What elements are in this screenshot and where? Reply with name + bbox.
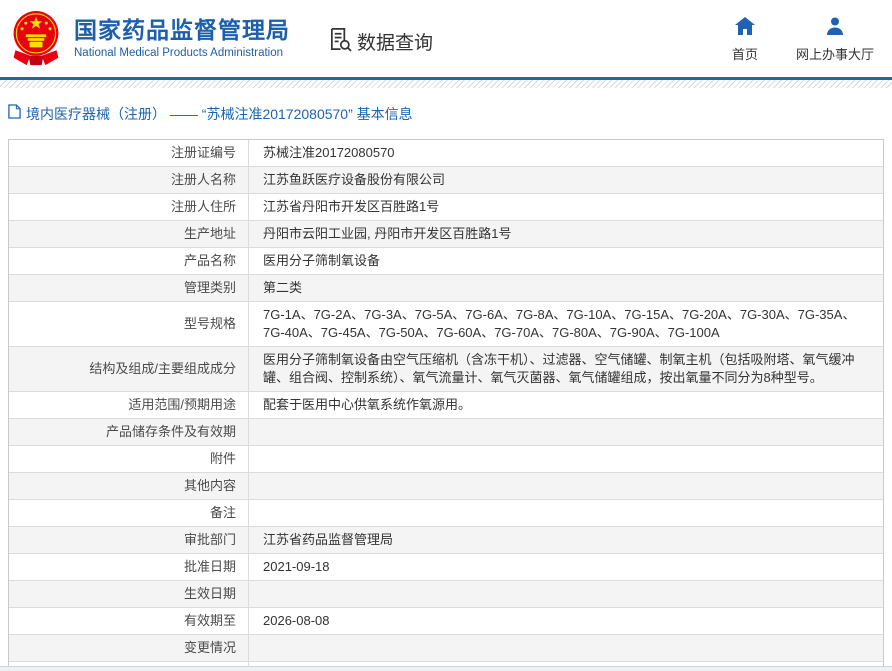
table-row: 备注 xyxy=(9,500,883,527)
row-value: 苏械注准20172080570 xyxy=(263,145,395,160)
data-query-title: 数据查询 xyxy=(328,27,433,57)
row-label: 产品储存条件及有效期 xyxy=(9,419,249,445)
table-row: 生效日期 xyxy=(9,581,883,608)
row-label: 管理类别 xyxy=(9,275,249,301)
table-row: 型号规格 7G-1A、7G-2A、7G-3A、7G-5A、7G-6A、7G-8A… xyxy=(9,302,883,347)
footer-strip xyxy=(0,666,892,671)
row-value: 2021-09-18 xyxy=(263,559,330,574)
home-icon xyxy=(734,16,755,40)
breadcrumb-text: 境内医疗器械（注册） —— “苏械注准20172080570” 基本信息 xyxy=(26,106,413,122)
row-value: 2026-08-08 xyxy=(263,613,330,628)
row-label: 产品名称 xyxy=(9,248,249,274)
table-row: 注册人名称 江苏鱼跃医疗设备股份有限公司 xyxy=(9,167,883,194)
registration-info-table: 注册证编号 苏械注准20172080570 注册人名称 江苏鱼跃医疗设备股份有限… xyxy=(8,139,884,671)
row-value xyxy=(249,635,883,661)
row-label: 有效期至 xyxy=(9,608,249,634)
row-value xyxy=(249,500,883,526)
table-row: 有效期至 2026-08-08 xyxy=(9,608,883,635)
data-query-label: 数据查询 xyxy=(357,33,434,54)
page: 国家药品监督管理局 National Medical Products Admi… xyxy=(0,0,892,671)
table-row: 批准日期 2021-09-18 xyxy=(9,554,883,581)
table-row: 适用范围/预期用途 配套于医用中心供氧系统作氧源用。 xyxy=(9,392,883,419)
nav-home-label: 首页 xyxy=(731,46,758,62)
row-value: 江苏省药品监督管理局 xyxy=(263,532,394,547)
row-label: 适用范围/预期用途 xyxy=(9,392,249,418)
row-value: 第二类 xyxy=(263,280,303,295)
row-value: 江苏鱼跃医疗设备股份有限公司 xyxy=(263,172,446,187)
nav-home[interactable]: 首页 xyxy=(731,16,758,63)
nmpa-emblem-logo xyxy=(8,9,64,69)
document-search-icon xyxy=(328,27,353,57)
row-label: 审批部门 xyxy=(9,527,249,553)
table-row: 其他内容 xyxy=(9,473,883,500)
row-label: 注册证编号 xyxy=(9,140,249,166)
table-row: 变更情况 xyxy=(9,635,883,662)
table-row: 附件 xyxy=(9,446,883,473)
row-value: 配套于医用中心供氧系统作氧源用。 xyxy=(263,397,472,412)
row-value xyxy=(249,446,883,472)
row-label: 其他内容 xyxy=(9,473,249,499)
table-row: 注册人住所 江苏省丹阳市开发区百胜路1号 xyxy=(9,194,883,221)
table-row: 产品储存条件及有效期 xyxy=(9,419,883,446)
org-name-en: National Medical Products Administration xyxy=(74,47,284,59)
row-label: 注册人住所 xyxy=(9,194,249,220)
user-icon xyxy=(825,17,845,40)
row-label: 生产地址 xyxy=(9,221,249,247)
row-value xyxy=(249,419,883,445)
row-label: 变更情况 xyxy=(9,635,249,661)
row-label: 批准日期 xyxy=(9,554,249,580)
row-label: 备注 xyxy=(9,500,249,526)
row-label: 注册人名称 xyxy=(9,167,249,193)
top-nav: 首页 网上办事大厅 xyxy=(731,16,892,63)
row-value xyxy=(249,473,883,499)
org-title-block: 国家药品监督管理局 National Medical Products Admi… xyxy=(74,16,290,61)
hatch-band xyxy=(0,80,892,88)
row-label: 结构及组成/主要组成成分 xyxy=(9,347,249,391)
row-value: 医用分子筛制氧设备 xyxy=(263,253,381,268)
document-icon xyxy=(8,104,21,124)
table-row: 生产地址 丹阳市云阳工业园, 丹阳市开发区百胜路1号 xyxy=(9,221,883,248)
table-row: 管理类别 第二类 xyxy=(9,275,883,302)
row-value: 7G-1A、7G-2A、7G-3A、7G-5A、7G-6A、7G-8A、7G-1… xyxy=(263,307,856,340)
row-value: 江苏省丹阳市开发区百胜路1号 xyxy=(263,199,440,214)
row-label: 附件 xyxy=(9,446,249,472)
nav-online-hall-label: 网上办事大厅 xyxy=(795,46,874,62)
org-name-cn: 国家药品监督管理局 xyxy=(74,17,290,43)
row-value: 医用分子筛制氧设备由空气压缩机（含冻干机）、过滤器、空气储罐、制氧主机（包括吸附… xyxy=(263,352,855,385)
table-row: 结构及组成/主要组成成分 医用分子筛制氧设备由空气压缩机（含冻干机）、过滤器、空… xyxy=(9,347,883,392)
table-row: 产品名称 医用分子筛制氧设备 xyxy=(9,248,883,275)
row-label: 型号规格 xyxy=(9,302,249,346)
table-row: 注册证编号 苏械注准20172080570 xyxy=(9,140,883,167)
breadcrumb: 境内医疗器械（注册） —— “苏械注准20172080570” 基本信息 xyxy=(8,104,892,124)
row-value: 丹阳市云阳工业园, 丹阳市开发区百胜路1号 xyxy=(263,226,512,241)
row-label: 生效日期 xyxy=(9,581,249,607)
table-row: 审批部门 江苏省药品监督管理局 xyxy=(9,527,883,554)
row-value xyxy=(249,581,883,607)
header: 国家药品监督管理局 National Medical Products Admi… xyxy=(0,0,892,77)
nav-online-hall[interactable]: 网上办事大厅 xyxy=(796,17,874,63)
